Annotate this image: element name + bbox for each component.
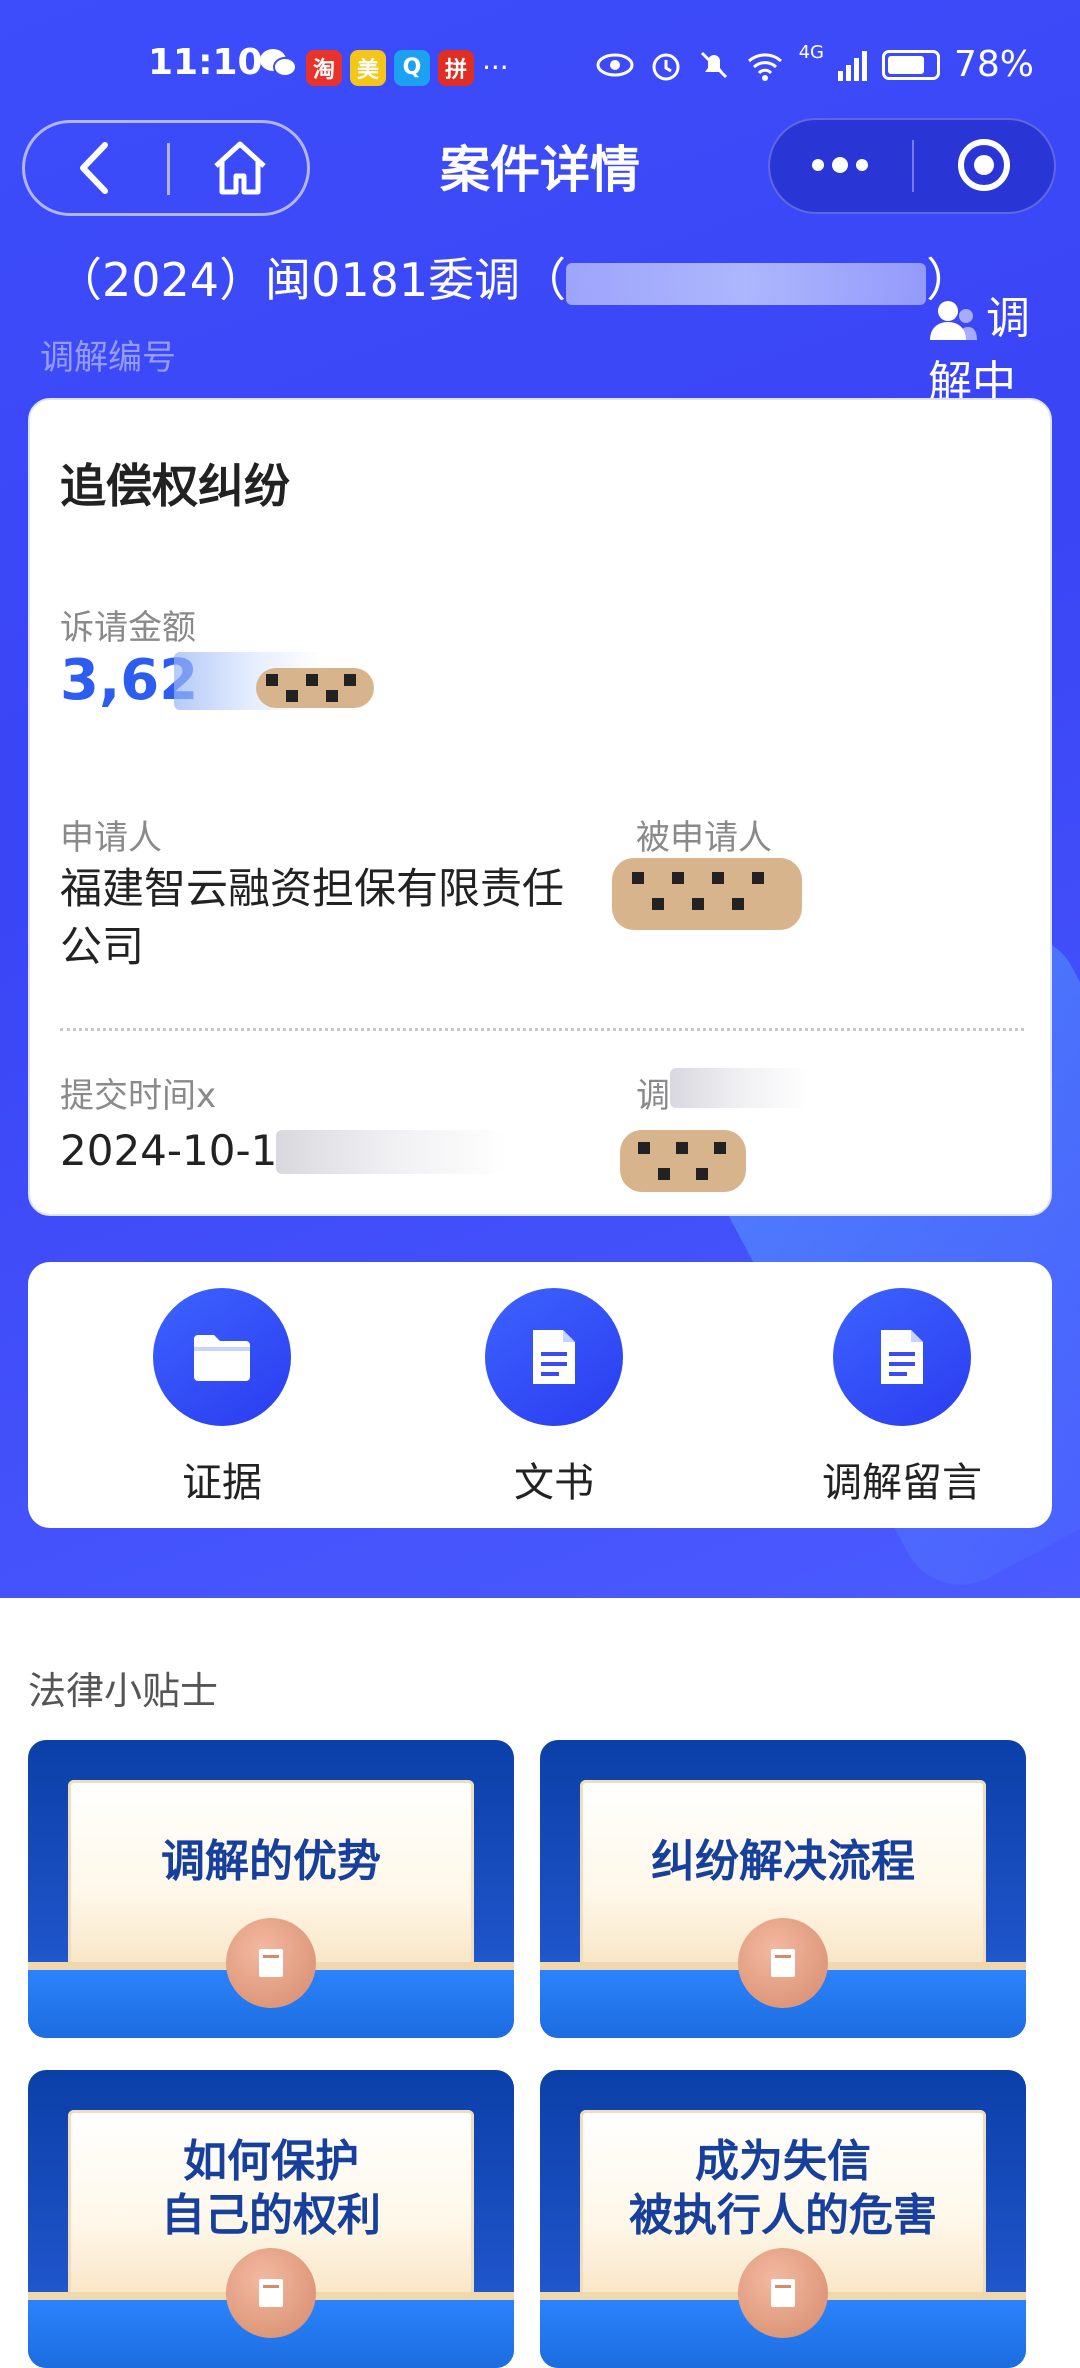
alarm-icon: [652, 53, 680, 80]
more-button[interactable]: [770, 120, 910, 210]
battery-icon: [881, 49, 940, 80]
divider: [60, 1028, 1024, 1031]
meituan-icon: 美: [350, 49, 386, 86]
book-icon: [738, 2248, 828, 2338]
wechat-icon: [258, 46, 298, 89]
tip-title: 调解的优势: [161, 1836, 381, 1887]
tip-card-dishonest-debtor[interactable]: 成为失信 被执行人的危害: [540, 2070, 1026, 2368]
action-label: 文书: [514, 1460, 594, 1506]
taobao-icon: 淘: [306, 49, 342, 86]
tip-card-dispute-process[interactable]: 纠纷解决流程: [540, 1740, 1026, 2038]
amount-label: 诉请金额: [60, 608, 196, 648]
pinduoduo-icon: 拼: [438, 49, 474, 86]
nav-right-capsule: [768, 118, 1056, 214]
tip-card-mediation-advantages[interactable]: 调解的优势: [28, 1740, 514, 2038]
action-label: 证据: [182, 1460, 262, 1506]
status-time: 11:10: [148, 42, 263, 83]
case-info-card: 追偿权纠纷 诉请金额 3,62 申请人 福建智云融资担保有限责任公司 被申请人 …: [28, 398, 1052, 1216]
book-icon: [226, 1918, 316, 2008]
status-badge: 调解中: [928, 282, 1048, 410]
more-notifications-indicator: ···: [482, 51, 509, 84]
tip-card-protect-rights[interactable]: 如何保护 自己的权利: [28, 2070, 514, 2368]
wifi-icon: [747, 52, 782, 81]
redacted-respondent: [612, 858, 802, 930]
respondent-label: 被申请人: [636, 818, 772, 858]
folder-icon: [153, 1288, 291, 1426]
action-label: 调解留言: [822, 1460, 982, 1506]
tip-title-line1: 如何保护: [183, 2136, 359, 2187]
book-icon: [738, 1918, 828, 2008]
tip-title-line2: 自己的权利: [161, 2190, 381, 2241]
case-number-text: （2024）闽0181委调（: [56, 253, 567, 307]
redacted-mediator: [620, 1130, 746, 1192]
mute-icon: [700, 51, 727, 78]
redacted-case-number: [566, 262, 927, 305]
tip-title-line2: 被执行人的危害: [629, 2190, 937, 2241]
document-icon: [833, 1288, 971, 1426]
mediator-label: 调: [636, 1076, 670, 1116]
case-number-caption: 调解编号: [40, 338, 176, 378]
signal-icon: [837, 50, 867, 81]
tips-section-title: 法律小贴士: [28, 1669, 219, 1713]
evidence-button[interactable]: 证据: [102, 1288, 342, 1508]
battery-percent: 78%: [953, 44, 1034, 85]
qq-browser-icon: Q: [394, 49, 430, 86]
redacted-amount-mask: [256, 668, 374, 708]
submit-time-value: 2024-10-1: [60, 1126, 278, 1175]
more-dots-icon: [812, 157, 868, 173]
user-icon: [930, 301, 977, 340]
eye-icon: [596, 53, 634, 76]
case-number: （2024）闽0181委调（）: [56, 244, 972, 310]
tip-title: 纠纷解决流程: [651, 1836, 915, 1887]
applicant-value: 福建智云融资担保有限责任公司: [60, 864, 565, 971]
applicant-label: 申请人: [60, 818, 162, 858]
case-type-title: 追偿权纠纷: [60, 459, 290, 513]
tip-title-line1: 成为失信: [695, 2136, 871, 2187]
submit-time-label: 提交时间x: [60, 1076, 217, 1116]
close-miniprogram-button[interactable]: [914, 120, 1054, 210]
redacted-submit-time: [276, 1130, 506, 1174]
book-icon: [226, 2248, 316, 2338]
documents-button[interactable]: 文书: [434, 1288, 674, 1508]
status-bar: 11:10 淘美 Q 拼 ··· 4G 78%: [0, 30, 1080, 100]
status-right: 4G 78%: [595, 42, 1034, 85]
notification-app-icons: 淘美 Q 拼 ···: [258, 46, 509, 89]
document-icon: [485, 1288, 623, 1426]
network-type: 4G: [798, 42, 824, 63]
redacted-mediator-label: [670, 1068, 810, 1108]
quick-actions: 证据 文书 调解留言: [28, 1262, 1052, 1528]
mediation-message-button[interactable]: 调解留言: [782, 1288, 1022, 1508]
target-icon: [958, 139, 1010, 191]
